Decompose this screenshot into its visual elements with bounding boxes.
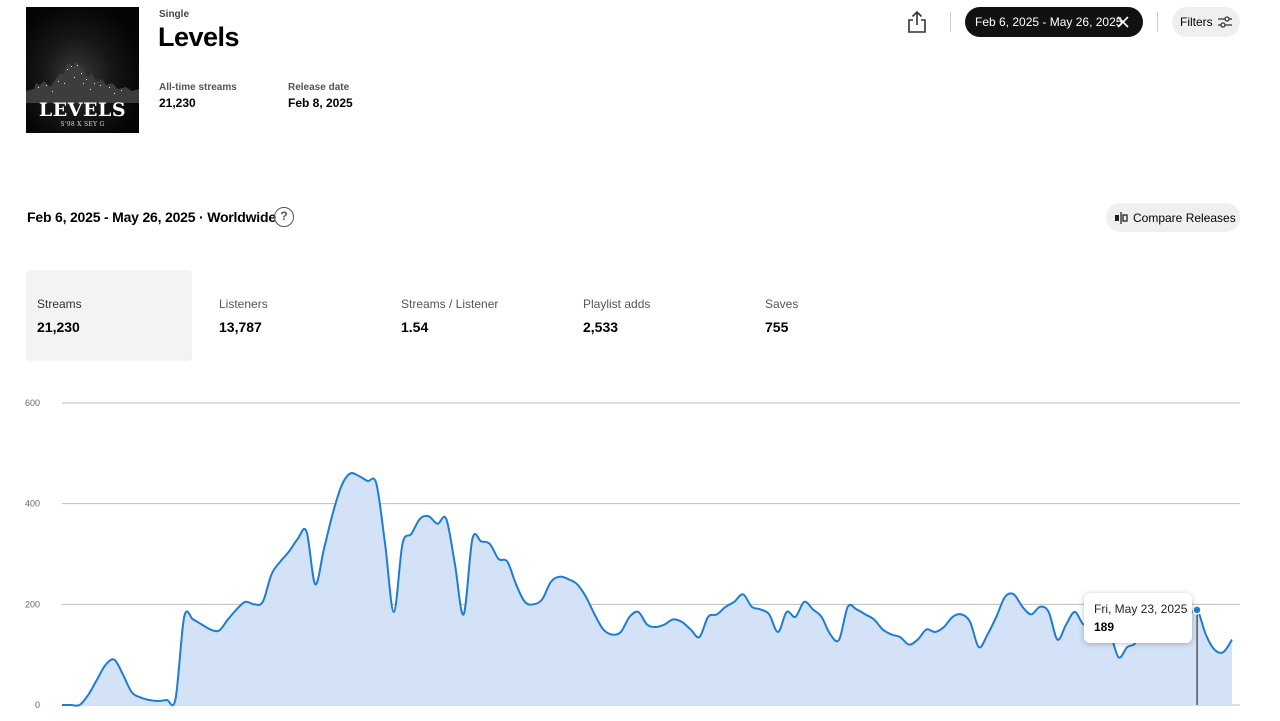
y-tick-label: 600 — [25, 398, 40, 408]
metric-tile-streams-per-listener[interactable]: Streams / Listener 1.54 — [390, 270, 556, 361]
filters-button[interactable]: Filters — [1172, 7, 1240, 37]
metric-value: 1.54 — [401, 319, 429, 335]
share-icon[interactable] — [906, 10, 928, 34]
metric-tile-playlist-adds[interactable]: Playlist adds 2,533 — [572, 270, 738, 361]
tooltip-value: 189 — [1094, 620, 1115, 634]
tooltip-date: Fri, May 23, 2025 — [1094, 602, 1188, 616]
cover-title: LEVELS — [38, 99, 127, 121]
release-type-label: Single — [159, 9, 190, 20]
series-area — [62, 472, 1232, 706]
meta-label: Release date — [288, 82, 350, 93]
streams-chart[interactable]: 0 200 400 600 — [0, 390, 1280, 721]
meta-label: All-time streams — [159, 82, 237, 93]
section-title: Feb 6, 2025 - May 26, 2025 · Worldwide — [27, 209, 276, 225]
compare-icon — [1115, 212, 1128, 224]
metric-value: 13,787 — [219, 319, 262, 335]
y-tick-label: 200 — [25, 599, 40, 609]
compare-releases-button[interactable]: Compare Releases — [1106, 203, 1240, 232]
sliders-icon — [1218, 16, 1232, 28]
metric-label: Streams / Listener — [401, 297, 499, 311]
metric-tile-listeners[interactable]: Listeners 13,787 — [208, 270, 374, 361]
date-range-chip[interactable]: Feb 6, 2025 - May 26, 2025 — [965, 7, 1143, 37]
toolbar-divider — [1157, 12, 1158, 32]
metric-label: Streams — [37, 297, 82, 311]
metric-tile-saves[interactable]: Saves 755 — [754, 270, 920, 361]
hover-point — [1192, 605, 1202, 615]
metric-label: Saves — [765, 297, 799, 311]
metric-value: 755 — [765, 319, 789, 335]
skyline-image — [26, 61, 139, 103]
y-tick-label: 400 — [25, 499, 40, 509]
metric-tile-streams[interactable]: Streams 21,230 — [26, 270, 192, 361]
meta-value: Feb 8, 2025 — [288, 96, 353, 110]
metric-value: 21,230 — [37, 319, 80, 335]
chart-tooltip: Fri, May 23, 2025 189 — [1084, 593, 1192, 643]
y-tick-label: 0 — [35, 700, 40, 710]
filters-label: Filters — [1180, 15, 1213, 29]
metric-label: Listeners — [219, 297, 268, 311]
help-icon[interactable]: ? — [274, 207, 294, 227]
compare-label: Compare Releases — [1133, 210, 1236, 225]
cover-art: LEVELS S'98 X SEY G — [26, 7, 139, 133]
date-range-label: Feb 6, 2025 - May 26, 2025 — [975, 15, 1123, 29]
meta-all-time-streams: All-time streams 21,230 — [159, 82, 237, 110]
metric-label: Playlist adds — [583, 297, 651, 311]
release-title: Levels — [158, 22, 240, 52]
metric-value: 2,533 — [583, 319, 619, 335]
meta-value: 21,230 — [159, 96, 196, 110]
cover-subtitle: S'98 X SEY G — [60, 121, 105, 128]
toolbar-divider — [950, 12, 951, 32]
meta-release-date: Release date Feb 8, 2025 — [288, 82, 353, 110]
close-icon[interactable] — [1116, 15, 1130, 29]
